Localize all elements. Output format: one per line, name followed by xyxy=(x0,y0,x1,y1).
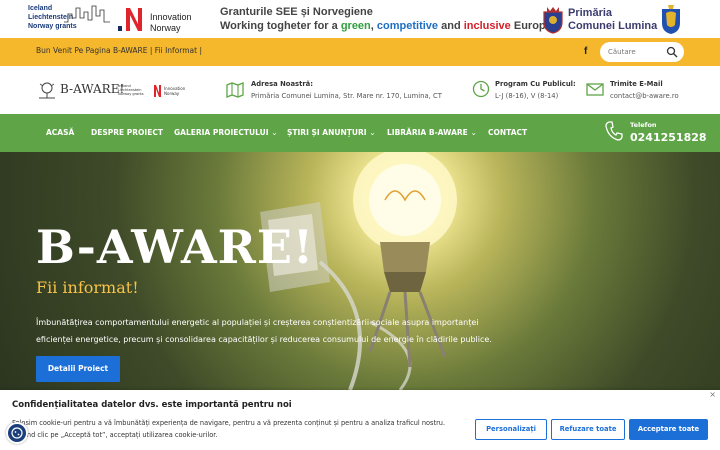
hero-subtitle: Fii informat! xyxy=(36,278,139,297)
address-value: Primăria Comunei Lumina, Str. Mare nr. 1… xyxy=(251,92,442,100)
chevron-down-icon: ⌄ xyxy=(369,129,376,137)
hours-value: L-J (8-16), V (8-14) xyxy=(495,92,559,100)
cookie-description: Folosim cookie-uri pentru a vă îmbunătăț… xyxy=(12,419,446,439)
innovation-line-1: Innovation xyxy=(150,12,192,22)
nav-item-stiri[interactable]: ȘTIRI ȘI ANUNȚURI ⌄ xyxy=(287,128,375,137)
slogan-line-2: Working togheter for a green, competitiv… xyxy=(220,20,552,32)
light-bulb-image xyxy=(260,152,457,390)
email-block: Trimite E-Mail contact@b-aware.ro xyxy=(610,78,679,102)
phone-label: Telefon xyxy=(630,121,657,129)
lumina-crest-icon xyxy=(543,7,563,34)
cookie-settings-icon[interactable] xyxy=(6,422,28,444)
logo-mini-innovation: Innovation Norway xyxy=(152,84,186,98)
nav-item-libraria[interactable]: LIBRĂRIA B-AWARE ⌄ xyxy=(387,128,477,137)
map-icon xyxy=(226,82,244,98)
email-label: Trimite E-Mail xyxy=(610,80,663,88)
cookie-banner: Confidențialitatea datelor dvs. este imp… xyxy=(0,390,720,450)
reject-all-button[interactable]: Refuzare toate xyxy=(551,419,625,440)
innovation-norway-mark-icon xyxy=(118,8,142,31)
slogan-line-1: Granturile SEE și Norvegiene xyxy=(220,6,373,18)
hours-label: Program Cu Publicul: xyxy=(495,80,576,88)
project-details-button[interactable]: Detalii Proiect xyxy=(36,356,120,382)
grants-slogan: Granturile SEE și Norvegiene Working tog… xyxy=(220,5,552,33)
search-box xyxy=(600,42,684,62)
welcome-text: Bun Venit Pe Pagina B-AWARE | Fii Inform… xyxy=(36,46,202,55)
search-input[interactable] xyxy=(608,45,664,59)
nav-item-despre-proiect[interactable]: DESPRE PROIECT xyxy=(91,128,163,137)
nav-item-galeria[interactable]: GALERIA PROIECTULUI ⌄ xyxy=(174,128,277,137)
hero-section: B-AWARE! Fii informat! Îmbunătățirea com… xyxy=(0,152,720,390)
hero-title: B-AWARE! xyxy=(36,220,315,274)
hours-block: Program Cu Publicul: L-J (8-16), V (8-14… xyxy=(495,78,576,102)
cookie-icon xyxy=(11,427,23,439)
logo-mini-eea: Iceland Liechtenstein Norway grants xyxy=(118,84,144,96)
facebook-icon[interactable]: f xyxy=(584,46,587,57)
nav-item-acasa[interactable]: ACASĂ xyxy=(46,128,74,137)
chevron-down-icon: ⌄ xyxy=(470,129,477,137)
clock-icon xyxy=(472,80,490,98)
phone-number[interactable]: 0241251828 xyxy=(630,131,707,144)
skyline-icon xyxy=(64,5,110,23)
info-bar: B-AWARE! Iceland Liechtenstein Norway gr… xyxy=(0,66,720,114)
email-value[interactable]: contact@b-aware.ro xyxy=(610,90,679,102)
nav-item-contact[interactable]: CONTACT xyxy=(488,128,527,137)
innovation-line-2: Norway xyxy=(150,23,181,33)
close-icon[interactable]: × xyxy=(709,390,716,399)
cookie-title: Confidențialitatea datelor dvs. este imp… xyxy=(12,400,292,410)
search-icon[interactable] xyxy=(666,46,678,58)
phone-icon xyxy=(605,121,623,141)
romania-coat-of-arms-icon xyxy=(662,5,680,34)
innovation-norway-logo: Innovation Norway xyxy=(118,4,202,34)
eea-grants-logo: Iceland Liechtenstein Norway grants xyxy=(28,4,110,34)
site-logo[interactable]: B-AWARE! Iceland Liechtenstein Norway gr… xyxy=(36,80,186,102)
primaria-title: Primăria Comunei Lumina xyxy=(568,7,657,33)
chevron-down-icon: ⌄ xyxy=(271,129,278,137)
accept-all-button[interactable]: Acceptare toate xyxy=(629,419,708,440)
primaria-line-1: Primăria xyxy=(568,7,613,19)
address-label: Adresa Noastră: xyxy=(251,80,313,88)
logo-symbol-icon xyxy=(39,82,55,99)
address-block: Adresa Noastră: Primăria Comunei Lumina,… xyxy=(251,78,442,102)
grants-banner: Iceland Liechtenstein Norway grants Inno… xyxy=(0,0,720,38)
envelope-icon xyxy=(586,83,604,96)
hero-description: Îmbunătățirea comportamentului energetic… xyxy=(36,318,492,344)
logo-text: B-AWARE! xyxy=(60,82,125,96)
mini-innovation-mark-icon xyxy=(154,85,161,97)
customize-button[interactable]: Personalizați xyxy=(475,419,547,440)
primaria-line-2: Comunei Lumina xyxy=(568,20,658,32)
top-bar: Bun Venit Pe Pagina B-AWARE | Fii Inform… xyxy=(0,38,720,66)
